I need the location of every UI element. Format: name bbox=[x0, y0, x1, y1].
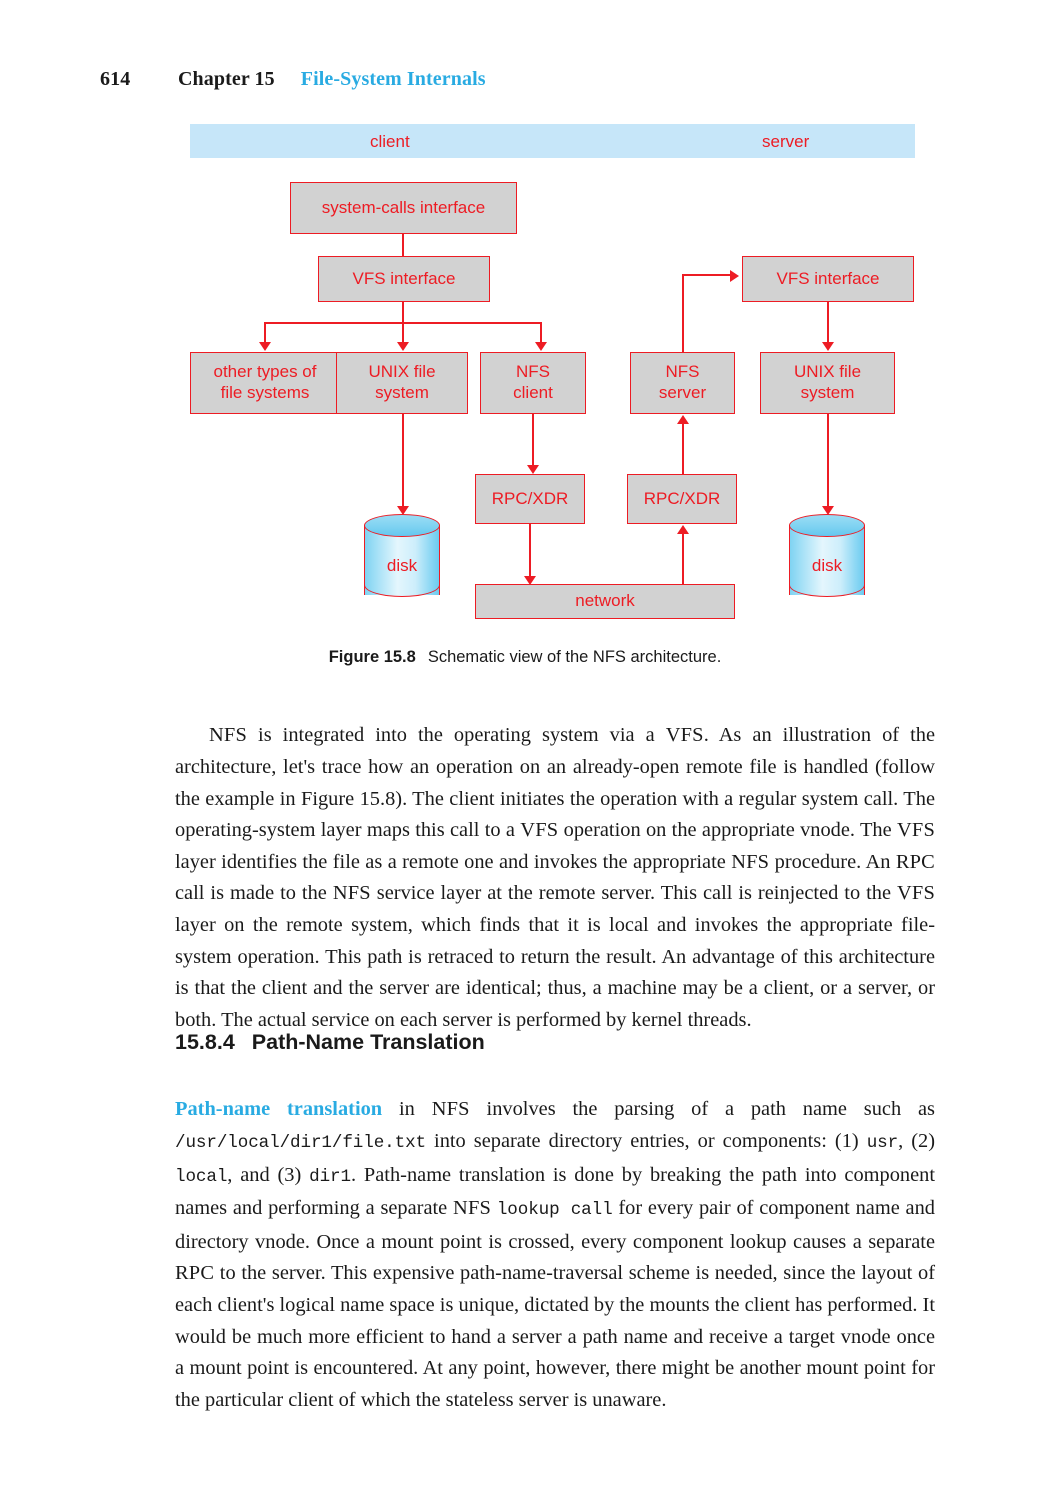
acronym-nfs: NFS bbox=[209, 724, 248, 747]
page-number: 614 bbox=[100, 68, 131, 90]
section-title: Path-Name Translation bbox=[251, 1030, 485, 1054]
acronym-nfs: NFS bbox=[332, 882, 371, 905]
box-label: RPC/XDR bbox=[491, 488, 569, 508]
arrow-unixfs-server-to-disk-line bbox=[827, 414, 830, 510]
defined-term: Path-name translation bbox=[175, 1098, 383, 1121]
box-network: network bbox=[475, 584, 735, 619]
disk-bottom-cap bbox=[364, 573, 440, 597]
box-rpc-xdr-server: RPC/XDR bbox=[627, 474, 737, 524]
box-other-types-of-file-systems: other types of file systems bbox=[190, 352, 340, 414]
chapter-title: File-System Internals bbox=[300, 68, 486, 90]
box-unix-file-system-server: UNIX file system bbox=[760, 352, 895, 414]
box-label-line2: file systems bbox=[220, 383, 310, 402]
text-run: , (2) bbox=[898, 1129, 935, 1152]
branch-middle-arrowhead bbox=[397, 342, 409, 351]
disk-client: disk bbox=[364, 514, 440, 606]
branch-right-arrowhead bbox=[535, 342, 547, 351]
box-label-line1: NFS bbox=[665, 362, 700, 382]
section-number: 15.8.4 bbox=[175, 1030, 235, 1054]
box-label: RPC/XDR bbox=[643, 488, 721, 508]
disk-bottom-cap bbox=[789, 573, 865, 597]
text-run: procedure. An bbox=[769, 850, 896, 873]
code-usr: usr bbox=[866, 1132, 899, 1153]
acronym-nfs: NFS bbox=[731, 850, 770, 873]
text-run: into separate directory entries, or comp… bbox=[426, 1129, 867, 1152]
branch-left-arrowhead bbox=[259, 342, 271, 351]
arrow-rpcserver-to-nfsserver-head bbox=[677, 415, 689, 424]
arrow-nfsclient-to-rpc-line bbox=[532, 414, 535, 470]
band-label-client: client bbox=[370, 132, 410, 151]
figure-caption-text: Schematic view of the NFS architecture. bbox=[427, 648, 722, 666]
box-label: network bbox=[575, 591, 635, 611]
disk-label: disk bbox=[811, 556, 843, 575]
box-nfs-client: NFS client bbox=[480, 352, 586, 414]
band-label-server: server bbox=[762, 132, 810, 151]
box-vfs-interface-server: VFS interface bbox=[742, 256, 914, 302]
box-label-line1: NFS bbox=[516, 362, 550, 382]
box-system-calls-interface: system-calls interface bbox=[290, 182, 517, 234]
code-path: /usr/local/dir1/file.txt bbox=[175, 1132, 426, 1153]
figure-caption: Figure 15.8 Schematic view of the NFS arc… bbox=[100, 648, 950, 667]
box-label-line1: UNIX file bbox=[368, 362, 436, 382]
code-dir1: dir1 bbox=[309, 1166, 351, 1187]
chapter-label: Chapter 15 bbox=[178, 68, 275, 90]
disk-top-cap bbox=[789, 514, 865, 537]
acronym-vfs: VFS bbox=[520, 819, 559, 842]
text-run: call is made to the bbox=[175, 882, 333, 905]
acronym-nfs: NFS bbox=[453, 1197, 492, 1220]
box-nfs-server: NFS server bbox=[630, 352, 735, 414]
text-run: involves the parsing of a path name such… bbox=[469, 1098, 935, 1121]
box-vfs-interface-client: VFS interface bbox=[318, 256, 490, 302]
acronym-nfs: NFS bbox=[431, 1098, 470, 1121]
box-label: VFS interface bbox=[352, 268, 456, 288]
disk-top-cap bbox=[364, 514, 440, 537]
box-label-line2: system bbox=[375, 383, 429, 402]
box-label: system-calls interface bbox=[321, 197, 486, 217]
text-run: layer identifies the file as a remote on… bbox=[175, 850, 732, 873]
paragraph-path-name-translation: Path-name translation in NFS involves th… bbox=[175, 1094, 935, 1416]
box-label-line1: UNIX file bbox=[793, 362, 862, 382]
code-lookup-call: lookup call bbox=[496, 1200, 613, 1221]
acronym-vfs: VFS bbox=[896, 819, 935, 842]
arrow-unixfs-to-disk-line bbox=[402, 414, 405, 510]
acronym-vfs: VFS bbox=[897, 882, 936, 905]
arrow-network-to-rpcserver-head bbox=[677, 525, 689, 534]
disk-label: disk bbox=[386, 556, 418, 575]
arrow-nfsserver-to-vfs-vertical bbox=[682, 274, 685, 352]
acronym-vfs: VFS bbox=[665, 724, 704, 747]
box-label: VFS interface bbox=[776, 268, 880, 288]
figure-caption-label: Figure 15.8 bbox=[328, 648, 416, 666]
box-label-line2: server bbox=[658, 383, 707, 402]
box-label-line1: other types of bbox=[213, 362, 317, 382]
disk-server: disk bbox=[789, 514, 865, 606]
arrow-nfsserver-to-vfs-horizontal bbox=[682, 274, 730, 277]
box-label-line2: system bbox=[800, 383, 855, 402]
arrow-network-to-rpcserver-line bbox=[682, 534, 685, 586]
acronym-rpc: RPC bbox=[895, 850, 935, 873]
arrow-rpcserver-to-nfsserver-line bbox=[682, 424, 685, 474]
arrow-nfsclient-to-rpc-head bbox=[527, 465, 539, 474]
code-local: local bbox=[175, 1166, 228, 1187]
arrow-nfsserver-to-vfs-head bbox=[730, 270, 739, 282]
text-run: to the server. This expensive path-name-… bbox=[175, 1262, 935, 1411]
arrow-vfsserver-to-unixfs-line bbox=[827, 302, 830, 346]
text-run: service layer at the remote server. This… bbox=[370, 882, 897, 905]
text-run: , and (3) bbox=[227, 1163, 310, 1186]
acronym-rpc: RPC bbox=[175, 1262, 215, 1285]
box-rpc-xdr-client: RPC/XDR bbox=[475, 474, 585, 524]
text-run: in bbox=[382, 1098, 432, 1121]
arrow-vfsserver-to-unixfs-head bbox=[822, 342, 834, 351]
paragraph-nfs-integration: NFS is integrated into the operating sys… bbox=[175, 720, 935, 1036]
arrow-rpcclient-to-network-line bbox=[529, 524, 532, 580]
box-label-line2: client bbox=[513, 383, 553, 402]
box-unix-file-system-client: UNIX file system bbox=[336, 352, 468, 414]
figure-nfs-architecture: client server system-calls interface VFS… bbox=[190, 124, 915, 624]
branch-stem-line bbox=[402, 302, 405, 324]
section-heading-path-name-translation: 15.8.4 Path-Name Translation bbox=[175, 1030, 935, 1055]
text-run: operation on the appropriate vnode. The bbox=[558, 819, 897, 842]
text-run: layer on the remote system, which finds … bbox=[175, 913, 935, 1031]
text-run: is integrated into the operating system … bbox=[247, 724, 666, 747]
page-running-head: 614 Chapter 15 File-System Internals bbox=[100, 68, 940, 100]
